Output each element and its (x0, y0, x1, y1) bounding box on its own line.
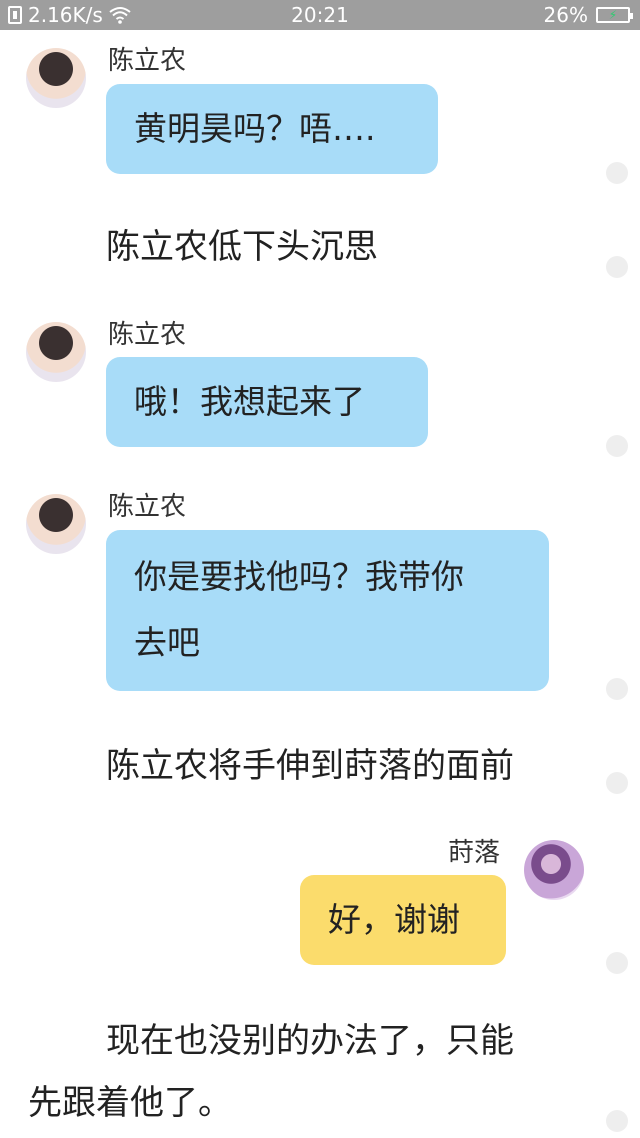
comment-dot-icon[interactable] (606, 1110, 628, 1132)
comment-dot-icon[interactable] (606, 678, 628, 700)
message-text: 哦！我想起来了 (134, 382, 365, 421)
battery-percent: 26% (543, 3, 588, 27)
narration-text: 现在也没别的办法了，只能 先跟着他了。 (28, 1010, 588, 1134)
avatar[interactable] (26, 322, 86, 382)
sender-name: 陈立农 (108, 320, 187, 350)
narration-line: 现在也没别的办法了，只能 (106, 1021, 514, 1061)
message-bubble[interactable]: 哦！我想起来了 (106, 357, 428, 447)
battery-charging-icon: ⚡ (596, 7, 633, 23)
narration-text: 陈立农低下头沉思 (106, 227, 378, 267)
sender-name: 陈立农 (108, 46, 187, 76)
message-bubble[interactable]: 你是要找他吗？我带你 去吧 (106, 530, 549, 691)
comment-dot-icon[interactable] (606, 952, 628, 974)
comment-dot-icon[interactable] (606, 256, 628, 278)
avatar[interactable] (26, 494, 86, 554)
status-bar: 2.16K/s 20:21 26% ⚡ (0, 0, 640, 30)
sender-name: 陈立农 (108, 492, 187, 522)
chat-story: 陈立农 黄明昊吗？唔…. 陈立农低下头沉思 陈立农 哦！我想起来了 陈立农 你是… (0, 30, 640, 1138)
comment-dot-icon[interactable] (606, 162, 628, 184)
message-bubble[interactable]: 黄明昊吗？唔…. (106, 84, 438, 174)
comment-dot-icon[interactable] (606, 435, 628, 457)
sender-name: 莳落 (448, 838, 501, 868)
narration-line: 先跟着他了。 (28, 1083, 232, 1123)
message-bubble[interactable]: 好，谢谢 (300, 875, 506, 965)
narration-text: 陈立农将手伸到莳落的面前 (106, 746, 514, 786)
avatar[interactable] (26, 48, 86, 108)
message-text-line: 去吧 (134, 623, 200, 662)
comment-dot-icon[interactable] (606, 772, 628, 794)
message-text: 好，谢谢 (328, 900, 460, 939)
message-text: 黄明昊吗？唔…. (134, 109, 376, 148)
avatar[interactable] (524, 840, 584, 900)
message-text-line: 你是要找他吗？我带你 (134, 557, 464, 596)
status-right: 26% ⚡ (543, 3, 633, 27)
